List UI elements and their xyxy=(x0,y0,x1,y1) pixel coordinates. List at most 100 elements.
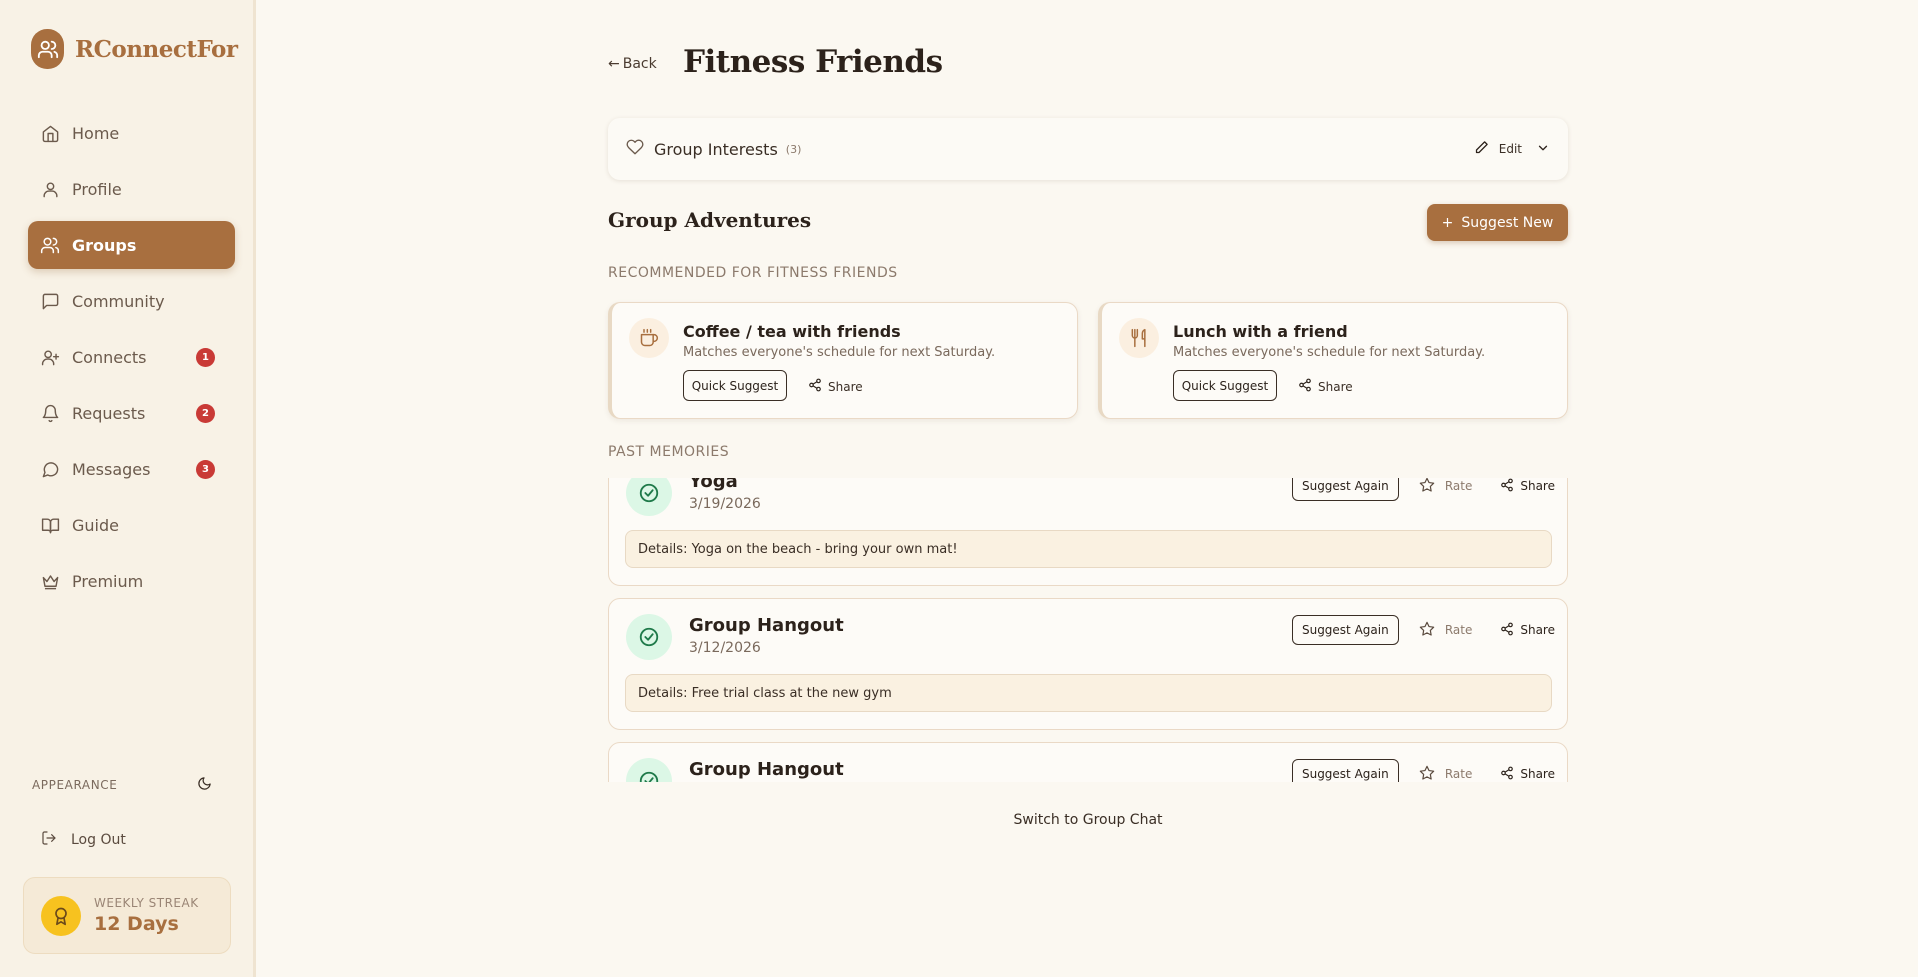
sidebar-item-label: Requests xyxy=(72,403,146,423)
sidebar-item-label: Profile xyxy=(72,179,122,199)
logout-icon xyxy=(41,830,57,850)
memory-card: Group Hangout Suggest Again Rate Share xyxy=(608,742,1568,782)
recommendation-desc: Matches everyone's schedule for next Sat… xyxy=(683,345,996,360)
past-memories-list[interactable]: Yoga 3/19/2026 Suggest Again Rate Share … xyxy=(608,478,1568,782)
message-circle-icon xyxy=(40,459,60,479)
brand[interactable]: RConnectFor xyxy=(31,29,238,69)
sidebar-item-premium[interactable]: Premium xyxy=(28,557,235,605)
recommendation-title: Lunch with a friend xyxy=(1173,322,1348,341)
star-icon xyxy=(1419,765,1435,783)
sidebar: RConnectFor Home Profile Groups Communit… xyxy=(0,0,256,977)
recommendation-desc: Matches everyone's schedule for next Sat… xyxy=(1173,345,1486,360)
section-title: Group Adventures xyxy=(608,208,812,232)
rate-button[interactable]: Rate xyxy=(1419,478,1473,496)
appearance-label: APPEARANCE xyxy=(32,778,118,792)
switch-to-group-chat-button[interactable]: Switch to Group Chat xyxy=(608,812,1568,828)
sidebar-item-groups[interactable]: Groups xyxy=(28,221,235,269)
check-circle-icon xyxy=(626,758,672,782)
suggest-new-button[interactable]: + Suggest New xyxy=(1427,204,1568,241)
check-circle-icon xyxy=(626,478,672,516)
plus-icon: + xyxy=(1441,214,1454,231)
utensils-icon xyxy=(1119,318,1159,358)
sidebar-item-label: Groups xyxy=(72,235,137,255)
recommendation-title: Coffee / tea with friends xyxy=(683,322,901,341)
memory-card: Yoga 3/19/2026 Suggest Again Rate Share … xyxy=(608,478,1568,586)
rate-button[interactable]: Rate xyxy=(1419,765,1473,783)
edit-interests-button[interactable]: Edit xyxy=(1474,140,1522,158)
share-icon xyxy=(1298,378,1312,395)
share-icon xyxy=(808,378,822,395)
streak-label: WEEKLY STREAK xyxy=(94,896,199,910)
sidebar-item-label: Connects xyxy=(72,347,147,367)
interests-count: (3) xyxy=(785,142,802,156)
sidebar-item-community[interactable]: Community xyxy=(28,277,235,325)
rate-button[interactable]: Rate xyxy=(1419,621,1472,640)
share-button[interactable]: Share xyxy=(1500,478,1555,495)
arrow-left-icon: ← xyxy=(608,56,620,72)
sidebar-item-messages[interactable]: Messages 3 xyxy=(28,445,235,493)
share-label: Share xyxy=(1520,479,1555,493)
share-icon xyxy=(1500,478,1514,495)
share-button[interactable]: Share xyxy=(1298,378,1353,395)
moon-icon[interactable] xyxy=(197,776,212,794)
suggest-again-button[interactable]: Suggest Again xyxy=(1291,615,1399,645)
user-icon xyxy=(40,179,60,199)
rate-label: Rate xyxy=(1444,479,1473,493)
chat-square-icon xyxy=(40,291,60,311)
share-label: Share xyxy=(1520,623,1555,637)
page-title: Fitness Friends xyxy=(683,44,943,80)
share-icon xyxy=(1500,766,1514,783)
sidebar-item-label: Guide xyxy=(72,515,119,535)
sidebar-item-label: Premium xyxy=(72,571,144,591)
memory-date: 3/12/2026 xyxy=(689,640,761,656)
chevron-down-icon[interactable] xyxy=(1536,141,1550,158)
suggest-again-button[interactable]: Suggest Again xyxy=(1291,759,1399,782)
logout-label: Log Out xyxy=(71,832,126,848)
bell-icon xyxy=(40,403,60,423)
back-button[interactable]: ← Back xyxy=(608,56,657,72)
share-button[interactable]: Share xyxy=(808,378,863,395)
past-memories-label: PAST MEMORIES xyxy=(608,444,730,460)
star-icon xyxy=(1419,478,1435,496)
recommended-label: RECOMMENDED FOR FITNESS FRIENDS xyxy=(608,265,898,281)
book-icon xyxy=(40,515,60,535)
memory-title: Group Hangout xyxy=(689,615,844,636)
share-button[interactable]: Share xyxy=(1500,766,1555,783)
weekly-streak-card: WEEKLY STREAK 12 Days xyxy=(23,877,231,954)
appearance-row: APPEARANCE xyxy=(32,776,212,794)
home-icon xyxy=(40,123,60,143)
sidebar-item-guide[interactable]: Guide xyxy=(28,501,235,549)
recommendation-card: Lunch with a friend Matches everyone's s… xyxy=(1098,302,1568,419)
memory-details: Details: Free trial class at the new gym xyxy=(625,674,1552,712)
recommendation-card: Coffee / tea with friends Matches everyo… xyxy=(608,302,1078,419)
back-label: Back xyxy=(622,56,657,72)
group-interests-panel[interactable]: Group Interests (3) Edit xyxy=(608,118,1568,180)
sidebar-item-profile[interactable]: Profile xyxy=(28,165,235,213)
coffee-icon xyxy=(629,318,669,358)
sidebar-item-home[interactable]: Home xyxy=(28,109,235,157)
edit-label: Edit xyxy=(1498,142,1522,156)
suggest-again-button[interactable]: Suggest Again xyxy=(1291,478,1399,501)
share-button[interactable]: Share xyxy=(1500,622,1555,639)
sidebar-item-label: Community xyxy=(72,291,165,311)
quick-suggest-button[interactable]: Quick Suggest xyxy=(683,370,787,401)
memory-details: Details: Yoga on the beach - bring your … xyxy=(625,530,1552,568)
brand-name: RConnectFor xyxy=(75,35,238,63)
sidebar-item-requests[interactable]: Requests 2 xyxy=(28,389,235,437)
sidebar-item-connects[interactable]: Connects 1 xyxy=(28,333,235,381)
suggest-new-label: Suggest New xyxy=(1461,214,1554,231)
sidebar-item-label: Home xyxy=(72,123,120,143)
logout-button[interactable]: Log Out xyxy=(41,830,126,850)
pencil-icon xyxy=(1474,140,1489,158)
users-icon xyxy=(40,235,60,255)
heart-icon xyxy=(626,138,644,160)
quick-suggest-button[interactable]: Quick Suggest xyxy=(1173,370,1277,401)
rate-label: Rate xyxy=(1444,767,1473,781)
notification-badge: 3 xyxy=(196,460,215,479)
award-icon xyxy=(41,895,81,936)
memory-card: Group Hangout 3/12/2026 Suggest Again Ra… xyxy=(608,598,1568,730)
notification-badge: 1 xyxy=(196,348,215,367)
share-icon xyxy=(1500,622,1514,639)
share-label: Share xyxy=(1318,379,1353,394)
memory-date: 3/19/2026 xyxy=(689,496,761,512)
